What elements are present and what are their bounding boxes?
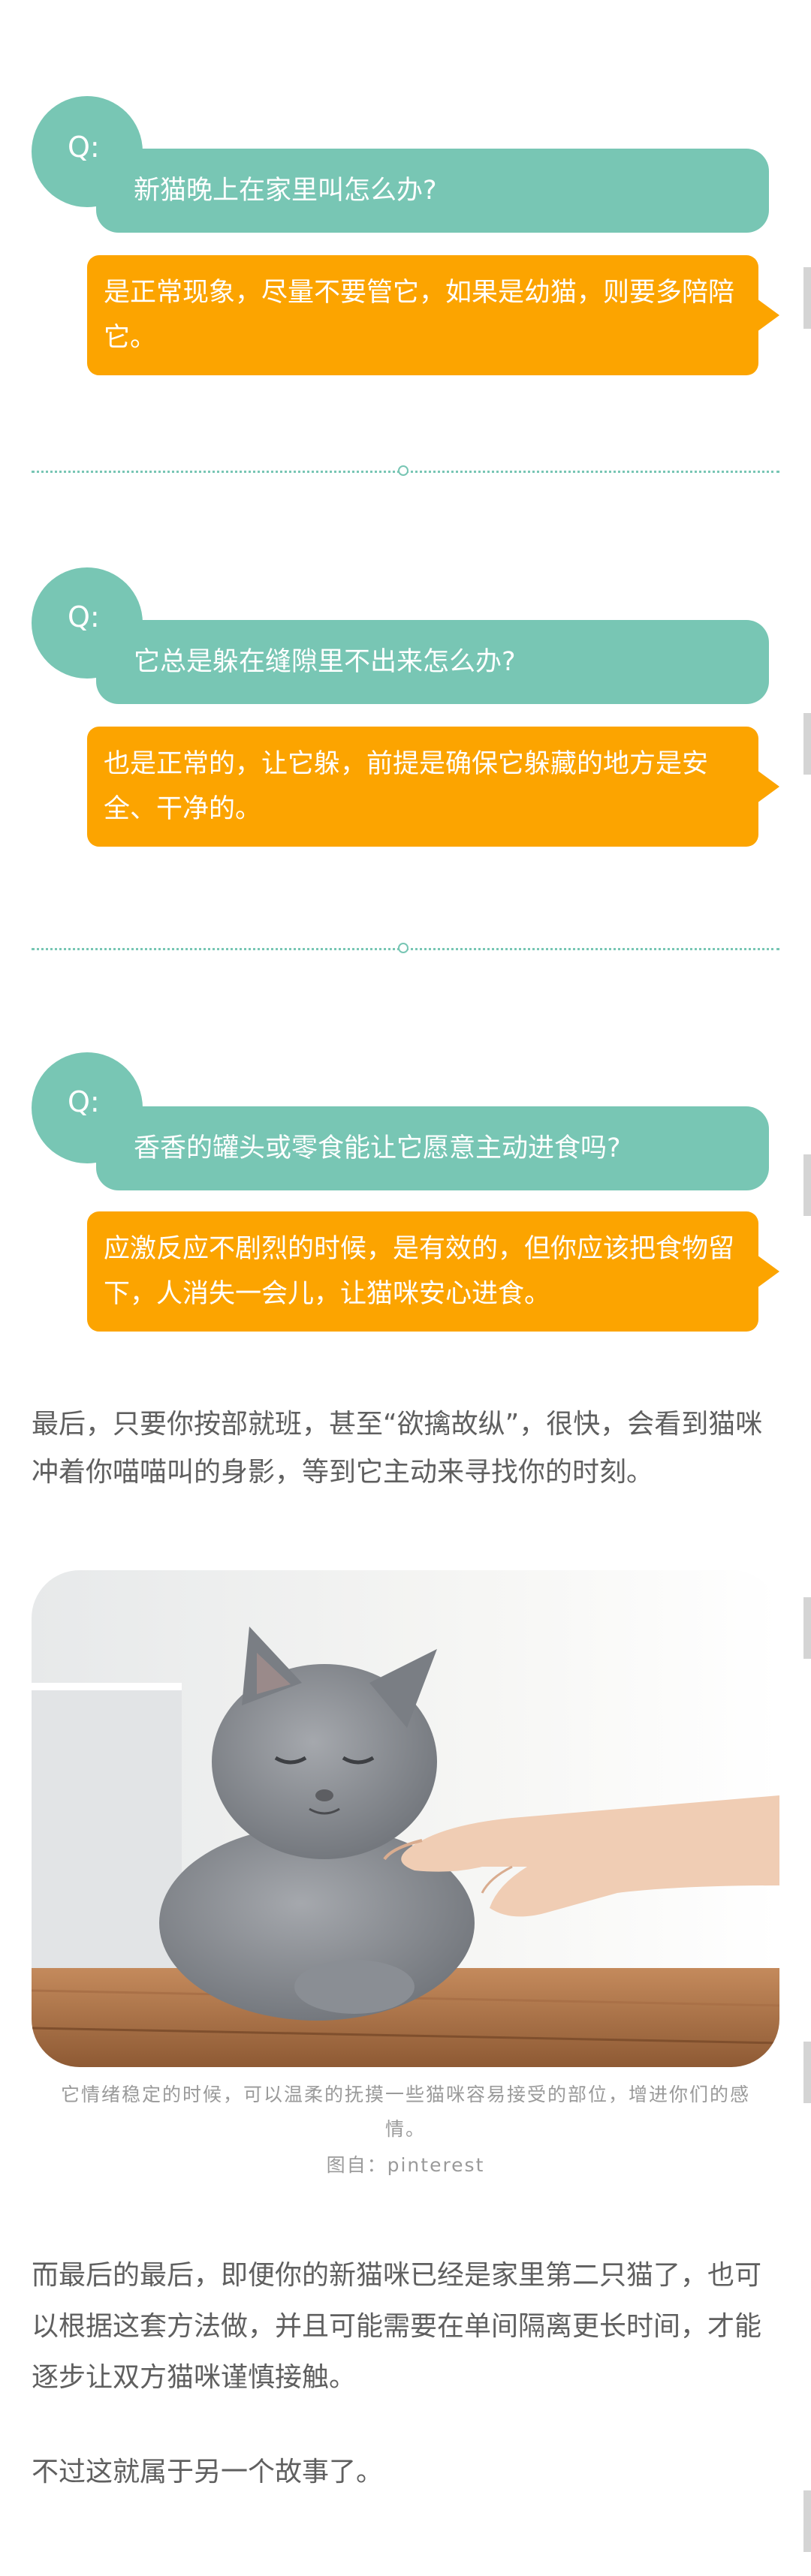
photo-caption: 它情绪稳定的时候，可以温柔的抚摸一些猫咪容易接受的部位，增进你们的感情。 xyxy=(60,2084,750,2140)
answer-text: 也是正常的，让它躲，前提是确保它躲藏的地方是安全、干净的。 xyxy=(104,749,709,824)
answer-bubble: 应激反应不剧烈的时候，是有效的，但你应该把食物留下，人消失一会儿，让猫咪安心进食… xyxy=(87,1211,779,1332)
answer-bubble-tip xyxy=(757,1255,779,1288)
answer-bubble-tip xyxy=(757,770,779,803)
edge-scroll-marker xyxy=(803,267,811,329)
question-label: Q: xyxy=(68,1085,100,1118)
edge-scroll-marker xyxy=(803,1154,811,1216)
body-paragraph-2: 而最后的最后，即便你的新猫咪已经是家里第二只猫了，也可以根据这套方法做，并且可能… xyxy=(32,2260,762,2393)
answer-text: 是正常现象，尽量不要管它，如果是幼猫，则要多陪陪它。 xyxy=(104,278,735,353)
body-paragraph-3: 不过这就属于另一个故事了。 xyxy=(32,2457,384,2487)
edge-scroll-marker xyxy=(803,713,811,775)
answer-bubble: 也是正常的，让它躲，前提是确保它躲藏的地方是安全、干净的。 xyxy=(87,727,779,847)
photo-credit: 图自：pinterest xyxy=(326,2154,485,2176)
question-text: 它总是躲在缝隙里不出来怎么办? xyxy=(134,647,516,677)
question-label: Q: xyxy=(68,131,100,164)
divider-dot xyxy=(398,943,409,953)
question-bubble: 它总是躲在缝隙里不出来怎么办? xyxy=(96,620,769,704)
body-paragraph-1: 最后，只要你按部就班，甚至“欲擒故纵”，很快，会看到猫咪冲着你喵喵叫的身影，等到… xyxy=(32,1409,763,1488)
edge-scroll-marker xyxy=(803,2490,811,2552)
edge-scroll-marker xyxy=(803,2042,811,2103)
question-text: 香香的罐头或零食能让它愿意主动进食吗? xyxy=(134,1133,621,1163)
divider-dot xyxy=(398,465,409,476)
cat-photo xyxy=(32,1570,779,2067)
question-label: Q: xyxy=(68,600,100,633)
answer-bubble: 是正常现象，尽量不要管它，如果是幼猫，则要多陪陪它。 xyxy=(87,255,779,375)
answer-bubble-tip xyxy=(757,299,779,332)
question-bubble: 新猫晚上在家里叫怎么办? xyxy=(96,149,769,233)
question-bubble: 香香的罐头或零食能让它愿意主动进食吗? xyxy=(96,1106,769,1190)
answer-text: 应激反应不剧烈的时候，是有效的，但你应该把食物留下，人消失一会儿，让猫咪安心进食… xyxy=(104,1234,735,1309)
question-text: 新猫晚上在家里叫怎么办? xyxy=(134,176,437,206)
edge-scroll-marker xyxy=(803,1597,811,1659)
cat-being-petted-illustration xyxy=(32,1570,779,2067)
